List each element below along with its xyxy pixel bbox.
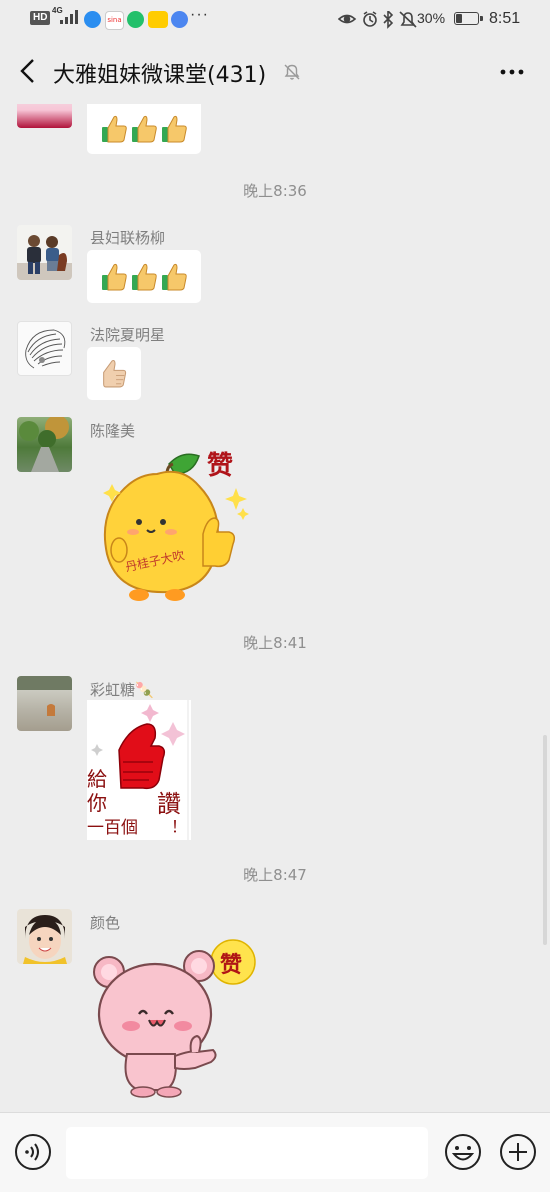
message-timestamp: 晚上8:36 bbox=[243, 182, 307, 200]
scrollbar[interactable] bbox=[543, 735, 547, 945]
chat-title: 大雅姐妹微课堂(431) bbox=[53, 63, 267, 88]
sticker-line: 你 bbox=[87, 791, 107, 815]
avatar[interactable] bbox=[17, 676, 72, 731]
browser-app-icon bbox=[84, 11, 101, 28]
sticker-text: 赞 bbox=[206, 451, 233, 481]
sticker-line: 讚 bbox=[157, 790, 181, 818]
sticker-line: 一百個 bbox=[87, 818, 138, 838]
voice-input-icon[interactable] bbox=[14, 1133, 52, 1171]
sender-name: 县妇联杨柳 bbox=[90, 229, 166, 247]
sender-name: 彩虹糖🍡 bbox=[90, 681, 154, 699]
add-attachment-icon[interactable] bbox=[499, 1133, 537, 1171]
fruit-thumbs-up-sticker[interactable]: 赞 丹桂子大吹 bbox=[87, 444, 257, 609]
thumbs-up-icon bbox=[162, 263, 187, 291]
pink-bear-thumbs-up-sticker[interactable]: 赞 bbox=[87, 934, 257, 1099]
more-options-icon[interactable] bbox=[498, 60, 526, 84]
thumbs-up-icon bbox=[102, 263, 127, 291]
video-app-icon bbox=[127, 11, 144, 28]
message-bubble[interactable] bbox=[87, 250, 201, 303]
message-bubble[interactable] bbox=[87, 347, 141, 400]
sticker-line: ！ bbox=[171, 817, 187, 836]
emoji-icon[interactable] bbox=[444, 1133, 482, 1171]
mute-bell-icon bbox=[284, 64, 300, 80]
more-notifications-icon: ··· bbox=[190, 6, 209, 23]
sina-app-icon: sina bbox=[105, 11, 124, 30]
avatar[interactable] bbox=[17, 417, 72, 472]
thumbs-up-icon bbox=[103, 360, 127, 388]
thumbs-up-icon bbox=[132, 263, 157, 291]
meituan-app-icon bbox=[148, 11, 168, 28]
sender-name: 颜色 bbox=[90, 914, 121, 932]
avatar[interactable] bbox=[17, 321, 72, 376]
thumbs-up-icon bbox=[132, 115, 157, 143]
music-app-icon bbox=[171, 11, 188, 28]
sender-name: 陈隆美 bbox=[90, 422, 136, 440]
thumbs-up-icon bbox=[102, 115, 127, 143]
clock: 8:51 bbox=[489, 10, 521, 27]
avatar[interactable] bbox=[17, 225, 72, 280]
sender-name: 法院夏明星 bbox=[90, 326, 166, 344]
status-bar: HD 4G sina ··· 30% 8:51 bbox=[0, 0, 550, 38]
message-input[interactable] bbox=[66, 1127, 428, 1179]
message-bubble[interactable] bbox=[87, 104, 201, 154]
message-timestamp: 晚上8:41 bbox=[243, 634, 307, 652]
signal-icon bbox=[60, 10, 78, 24]
battery-percent: 30% bbox=[417, 10, 446, 26]
avatar[interactable] bbox=[17, 909, 72, 964]
battery-icon bbox=[454, 12, 483, 25]
red-hand-thumbs-up-sticker[interactable]: 給 你 一百個 讚 ！ bbox=[87, 700, 191, 840]
message-timestamp: 晚上8:47 bbox=[243, 866, 307, 884]
thumbs-up-icon bbox=[162, 115, 187, 143]
sticker-line: 給 bbox=[87, 767, 107, 791]
input-bar bbox=[0, 1112, 550, 1192]
back-arrow-icon[interactable] bbox=[14, 56, 44, 86]
sticker-text: 赞 bbox=[219, 953, 242, 978]
hd-indicator: HD bbox=[30, 11, 51, 25]
